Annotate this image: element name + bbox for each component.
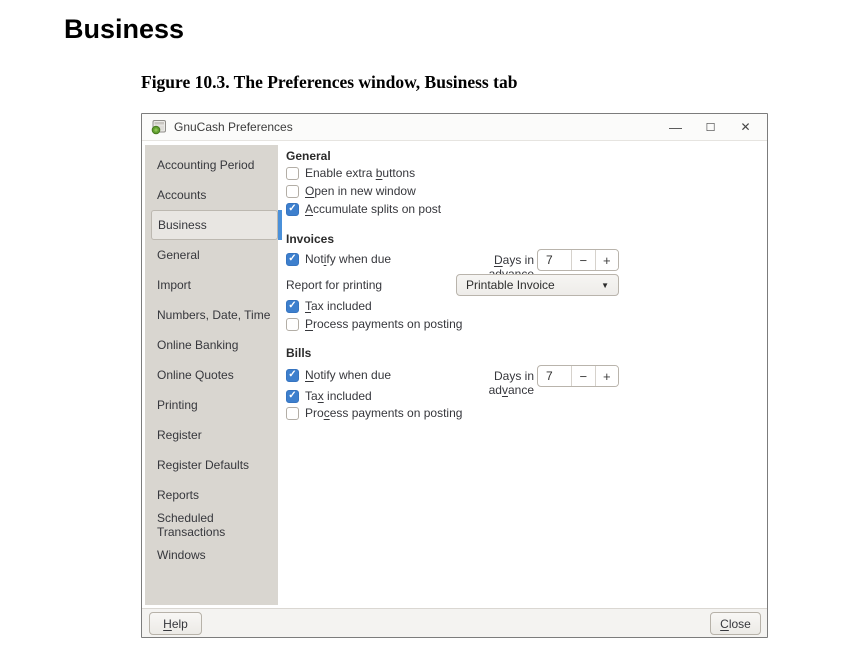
- checkbox-bills-tax-included[interactable]: ✓ Tax included: [286, 389, 372, 403]
- spinner-plus-button[interactable]: +: [595, 366, 619, 386]
- report-for-printing-label: Report for printing: [286, 278, 382, 292]
- sidebar-item-online-quotes[interactable]: Online Quotes: [145, 360, 278, 390]
- selected-item-indicator: [278, 210, 282, 240]
- checkbox-label: Notify when due: [305, 252, 391, 266]
- invoices-days-in-advance-spinner: 7 − +: [537, 249, 619, 271]
- sidebar-item-online-banking[interactable]: Online Banking: [145, 330, 278, 360]
- spinner-minus-button[interactable]: −: [571, 250, 595, 270]
- checkbox-box: ✓: [286, 390, 299, 403]
- check-icon: ✓: [288, 301, 296, 311]
- section-header-invoices: Invoices: [286, 232, 334, 246]
- checkbox-box: ✓: [286, 318, 299, 331]
- figure-caption: Figure 10.3. The Preferences window, Bus…: [141, 72, 517, 93]
- checkbox-label: Tax included: [305, 389, 372, 403]
- sidebar-item-import[interactable]: Import: [145, 270, 278, 300]
- sidebar-item-scheduled-transactions[interactable]: Scheduled Transactions: [145, 510, 278, 540]
- window-body: Accounting Period Accounts Business Gene…: [142, 141, 767, 609]
- dialog-button-bar: Help Close: [142, 608, 767, 637]
- spinner-value[interactable]: 7: [538, 250, 571, 270]
- checkbox-invoices-notify-when-due[interactable]: ✓ Notify when due: [286, 252, 391, 266]
- spinner-plus-button[interactable]: +: [595, 250, 619, 270]
- sidebar-item-general[interactable]: General: [145, 240, 278, 270]
- check-icon: ✓: [288, 254, 296, 264]
- spinner-minus-button[interactable]: −: [571, 366, 595, 386]
- checkbox-label: Accumulate splits on post: [305, 202, 441, 216]
- checkbox-box: ✓: [286, 407, 299, 420]
- sidebar-item-register-defaults[interactable]: Register Defaults: [145, 450, 278, 480]
- checkbox-label: Enable extra buttons: [305, 166, 415, 180]
- checkbox-box: ✓: [286, 167, 299, 180]
- checkbox-label: Process payments on posting: [305, 317, 462, 331]
- sidebar-item-windows[interactable]: Windows: [145, 540, 278, 570]
- sidebar-item-printing[interactable]: Printing: [145, 390, 278, 420]
- report-for-printing-dropdown[interactable]: Printable Invoice ▼: [456, 274, 619, 296]
- help-button[interactable]: Help: [149, 612, 202, 635]
- section-header-general: General: [286, 149, 331, 163]
- document-page: Business Figure 10.3. The Preferences wi…: [0, 0, 860, 663]
- checkbox-label: Notify when due: [305, 368, 391, 382]
- titlebar: GnuCash Preferences — ☐ ✕: [142, 114, 767, 141]
- sidebar: Accounting Period Accounts Business Gene…: [145, 145, 278, 605]
- maximize-icon[interactable]: ☐: [693, 114, 728, 141]
- checkbox-label: Process payments on posting: [305, 406, 462, 420]
- checkbox-invoices-process-payments[interactable]: ✓ Process payments on posting: [286, 317, 462, 331]
- bills-days-in-advance-label: Days in advance: [453, 369, 534, 397]
- sidebar-item-register[interactable]: Register: [145, 420, 278, 450]
- close-button[interactable]: Close: [710, 612, 761, 635]
- bills-days-in-advance-spinner: 7 − +: [537, 365, 619, 387]
- window-title: GnuCash Preferences: [174, 120, 293, 134]
- checkbox-label: Tax included: [305, 299, 372, 313]
- close-icon[interactable]: ✕: [728, 114, 763, 141]
- checkbox-label: Open in new window: [305, 184, 416, 198]
- checkbox-accumulate-splits-on-post[interactable]: ✓ Accumulate splits on post: [286, 202, 441, 216]
- checkbox-box: ✓: [286, 203, 299, 216]
- business-preferences-panel: General ✓ Enable extra buttons ✓ Open in…: [283, 141, 767, 609]
- sidebar-item-numbers-date-time[interactable]: Numbers, Date, Time: [145, 300, 278, 330]
- checkbox-box: ✓: [286, 253, 299, 266]
- check-icon: ✓: [288, 370, 296, 380]
- gnucash-app-icon: [151, 119, 167, 135]
- sidebar-item-accounting-period[interactable]: Accounting Period: [145, 150, 278, 180]
- checkbox-enable-extra-buttons[interactable]: ✓ Enable extra buttons: [286, 166, 415, 180]
- minimize-icon[interactable]: —: [658, 114, 693, 141]
- spinner-value[interactable]: 7: [538, 366, 571, 386]
- checkbox-box: ✓: [286, 300, 299, 313]
- sidebar-item-reports[interactable]: Reports: [145, 480, 278, 510]
- check-icon: ✓: [288, 204, 296, 214]
- checkbox-invoices-tax-included[interactable]: ✓ Tax included: [286, 299, 372, 313]
- sidebar-item-accounts[interactable]: Accounts: [145, 180, 278, 210]
- check-icon: ✓: [288, 391, 296, 401]
- preferences-window: GnuCash Preferences — ☐ ✕ Accounting Per…: [141, 113, 768, 638]
- chevron-down-icon: ▼: [601, 281, 609, 290]
- checkbox-open-in-new-window[interactable]: ✓ Open in new window: [286, 184, 416, 198]
- checkbox-bills-process-payments[interactable]: ✓ Process payments on posting: [286, 406, 462, 420]
- window-controls: — ☐ ✕: [658, 114, 763, 141]
- section-header-bills: Bills: [286, 346, 311, 360]
- checkbox-bills-notify-when-due[interactable]: ✓ Notify when due: [286, 368, 391, 382]
- page-title: Business: [64, 14, 184, 45]
- dropdown-value: Printable Invoice: [466, 278, 555, 292]
- checkbox-box: ✓: [286, 369, 299, 382]
- checkbox-box: ✓: [286, 185, 299, 198]
- sidebar-item-business[interactable]: Business: [151, 210, 278, 240]
